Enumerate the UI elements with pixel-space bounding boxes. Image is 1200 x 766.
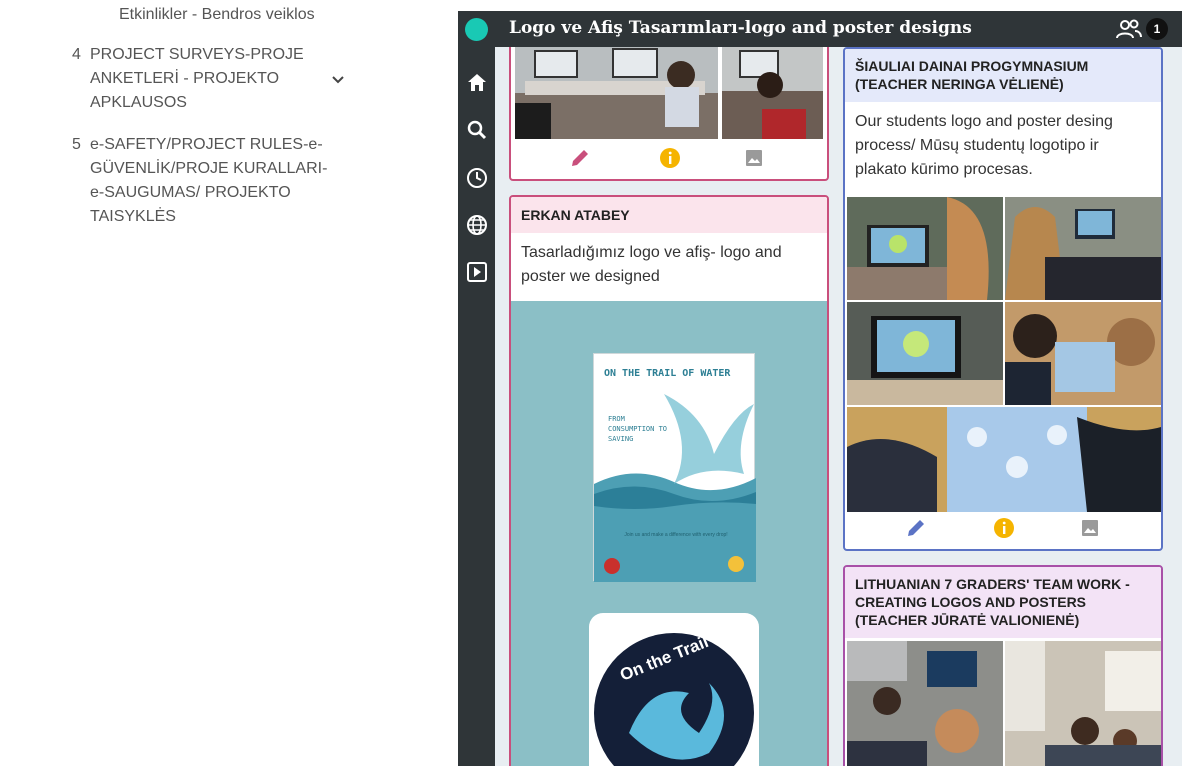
post-photo[interactable] — [847, 641, 1003, 766]
info-icon[interactable] — [659, 147, 681, 169]
post-actions — [511, 147, 827, 179]
post-text: Our students logo and poster desing proc… — [855, 113, 1113, 178]
post-photo[interactable] — [847, 407, 1161, 512]
nav-item-project-surveys[interactable]: 4 PROJECT SURVEYS-PROJE ANKETLERİ - PROJ… — [72, 43, 330, 115]
post-photo[interactable] — [1005, 641, 1161, 766]
board-canvas: ERKAN ATABEY Tasarladığımız logo ve afiş… — [495, 47, 1182, 766]
board-title: Logo ve Afiş Tasarımları-logo and poster… — [509, 18, 972, 38]
nav-sub-item[interactable]: Etkinlikler - Bendros veiklos — [119, 6, 315, 24]
post-photo[interactable] — [1005, 302, 1161, 405]
post-actions — [845, 517, 1161, 549]
nav-item-number: 4 — [72, 46, 81, 63]
nav-item-number: 5 — [72, 136, 81, 153]
course-navigation: Etkinlikler - Bendros veiklos 4 PROJECT … — [0, 0, 445, 766]
padlet-embed: Logo ve Afiş Tasarımları-logo and poster… — [458, 11, 1182, 766]
post-card-lithuanian[interactable]: LITHUANIAN 7 GRADERS' TEAM WORK - CREATI… — [843, 565, 1163, 766]
padlet-topbar: Logo ve Afiş Tasarımları-logo and poster… — [458, 11, 1182, 47]
image-icon[interactable] — [743, 147, 765, 169]
nav-item-e-safety[interactable]: 5 e-SAFETY/PROJECT RULES-e-GÜVENLİK/PROJ… — [72, 133, 330, 229]
online-count-badge: 1 — [1146, 18, 1168, 40]
water-poster[interactable]: ON THE TRAIL OF WATER FROM CONSUMPTION T… — [593, 353, 756, 582]
nav-item-label: e-SAFETY/PROJECT RULES-e-GÜVENLİK/PROJE … — [90, 136, 328, 225]
post-card-siauliai[interactable]: ŠIAULIAI DAINAI PROGYMNASIUM (TEACHER NE… — [843, 47, 1163, 551]
image-icon[interactable] — [1079, 517, 1101, 539]
search-icon[interactable] — [465, 118, 489, 142]
post-photo[interactable] — [847, 302, 1003, 405]
chevron-down-icon[interactable] — [331, 73, 345, 87]
post-photo[interactable] — [847, 197, 1003, 300]
post-photo[interactable] — [515, 47, 718, 139]
post-text: Tasarladığımız logo ve afiş- logo and po… — [521, 244, 782, 285]
pencil-icon[interactable] — [569, 147, 591, 169]
post-attachment[interactable]: ON THE TRAIL OF WATER FROM CONSUMPTION T… — [511, 301, 827, 766]
post-photo[interactable] — [722, 47, 823, 139]
post-card[interactable] — [509, 47, 829, 181]
people-icon[interactable] — [1116, 18, 1142, 40]
poster-subtitle: FROM CONSUMPTION TO SAVING — [608, 415, 668, 443]
post-photo[interactable] — [1005, 197, 1161, 300]
padlet-sidebar — [458, 47, 495, 766]
pencil-icon[interactable] — [905, 517, 927, 539]
clock-icon[interactable] — [465, 166, 489, 190]
slideshow-icon[interactable] — [465, 260, 489, 284]
home-icon[interactable] — [465, 71, 489, 95]
globe-icon[interactable] — [465, 213, 489, 237]
padlet-logo-icon[interactable] — [465, 18, 488, 41]
post-card-erkan[interactable]: ERKAN ATABEY Tasarladığımız logo ve afiş… — [509, 195, 829, 766]
poster-footer: Join us and make a difference with every… — [624, 532, 728, 538]
post-author: ŠIAULIAI DAINAI PROGYMNASIUM (TEACHER NE… — [845, 49, 1161, 102]
poster-title: ON THE TRAIL OF WATER — [604, 368, 731, 379]
water-logo[interactable]: On the Trail of — [589, 613, 759, 766]
post-author: ERKAN ATABEY — [511, 197, 827, 233]
info-icon[interactable] — [993, 517, 1015, 539]
post-author: LITHUANIAN 7 GRADERS' TEAM WORK - CREATI… — [845, 567, 1161, 638]
nav-item-label: PROJECT SURVEYS-PROJE ANKETLERİ - PROJEK… — [90, 46, 304, 111]
